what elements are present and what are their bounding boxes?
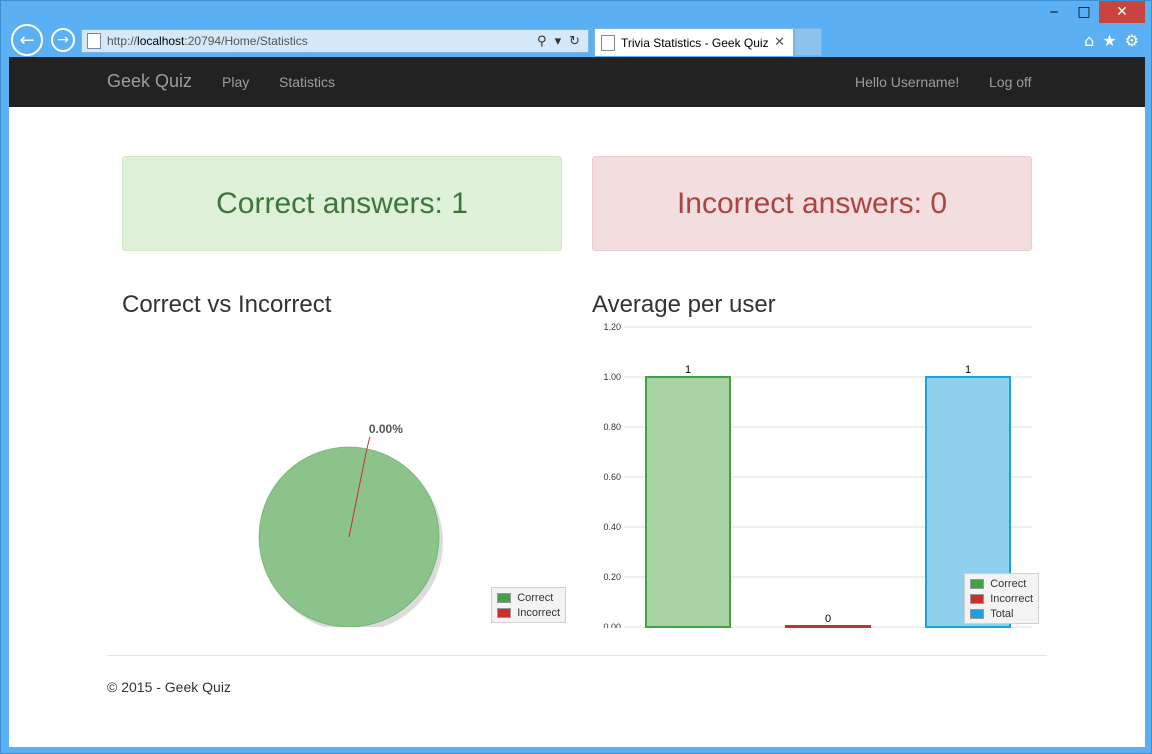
pie-chart-title: Correct vs Incorrect: [122, 291, 332, 318]
pie-label-incorrect: 0.00%: [369, 422, 403, 436]
bar-ytick-label: 0.00: [603, 622, 621, 628]
legend-swatch: [497, 592, 512, 603]
brand-link[interactable]: Geek Quiz: [107, 71, 192, 92]
page-viewport: Geek Quiz Play Statistics Hello Username…: [9, 57, 1145, 747]
pie-leader-line: [366, 436, 371, 449]
legend-label: Incorrect: [517, 606, 560, 619]
pie-chart-svg: 0.00%100.00%: [258, 422, 443, 644]
close-window-button[interactable]: ✕: [1099, 1, 1145, 23]
minimize-button[interactable]: ‒: [1039, 1, 1069, 23]
bar-ytick-label: 1.20: [603, 323, 621, 332]
url-host: localhost: [137, 34, 185, 48]
footer-divider: [107, 655, 1047, 656]
url-path: :20794/Home/Statistics: [184, 34, 308, 48]
nav-link-play[interactable]: Play: [222, 74, 249, 90]
bar-incorrect: [785, 625, 871, 628]
arrow-right-icon: →: [57, 32, 69, 48]
page-icon: [87, 33, 101, 49]
logoff-link[interactable]: Log off: [989, 74, 1032, 90]
browser-tools: ⌂ ★ ⚙: [1084, 31, 1139, 50]
url-text[interactable]: http://localhost:20794/Home/Statistics: [107, 34, 537, 48]
legend-swatch: [497, 607, 512, 618]
gear-icon[interactable]: ⚙: [1125, 31, 1139, 50]
pie-chart: 0.00%100.00% Correct Incorrect: [122, 327, 566, 644]
bar-chart-title: Average per user: [592, 291, 776, 318]
favorites-star-icon[interactable]: ★: [1102, 31, 1116, 50]
url-prefix: http://: [107, 34, 138, 48]
bar-legend-item: Total: [970, 606, 1033, 621]
site-navbar: Geek Quiz Play Statistics Hello Username…: [9, 57, 1145, 107]
bar-ytick-label: 1.00: [603, 372, 621, 382]
bar-legend-item: Correct: [970, 576, 1033, 591]
legend-label: Incorrect: [990, 592, 1033, 605]
bar-legend-item: Incorrect: [970, 591, 1033, 606]
bar-data-label: 1: [965, 364, 971, 376]
tab-page-icon: [601, 34, 615, 51]
tab-title: Trivia Statistics - Geek Quiz: [621, 35, 769, 50]
bar-correct: [645, 376, 731, 628]
pie-legend-item: Incorrect: [497, 605, 560, 620]
close-tab-icon[interactable]: ✕: [774, 35, 785, 50]
bar-ytick-label: 0.60: [603, 472, 621, 482]
arrow-left-icon: ←: [19, 29, 35, 51]
bar-ytick-label: 0.80: [603, 422, 621, 432]
bar-ytick-label: 0.20: [603, 572, 621, 582]
pie-legend-item: Correct: [497, 590, 560, 605]
address-bar[interactable]: http://localhost:20794/Home/Statistics ⚲…: [81, 29, 589, 53]
new-tab-button[interactable]: [794, 28, 822, 56]
refresh-icon[interactable]: ↻: [569, 34, 580, 49]
back-button[interactable]: ←: [11, 24, 43, 56]
browser-window: ‒ □ ✕ ← → http://localhost:20794/Home/St…: [0, 0, 1152, 754]
incorrect-answers-text: Incorrect answers: 0: [676, 186, 948, 220]
correct-answers-panel: Correct answers: 1: [122, 156, 562, 251]
legend-swatch: [970, 608, 985, 619]
search-icon[interactable]: ⚲: [537, 34, 547, 49]
dropdown-icon[interactable]: ▾: [555, 34, 562, 49]
legend-label: Total: [990, 607, 1014, 620]
correct-answers-text: Correct answers: 1: [216, 186, 468, 220]
bar-legend: Correct Incorrect Total: [964, 573, 1039, 624]
forward-button[interactable]: →: [51, 28, 75, 52]
home-icon[interactable]: ⌂: [1084, 31, 1094, 50]
greeting-link[interactable]: Hello Username!: [855, 74, 959, 90]
pie-legend: Correct Incorrect: [491, 587, 566, 623]
legend-swatch: [970, 593, 985, 604]
bar-data-label: 0: [825, 613, 831, 625]
bar-chart: 0.00 0.20 0.40 0.60 0.80 1.00 1.20 1 0 1 Correct I…: [579, 322, 1039, 632]
maximize-button[interactable]: □: [1069, 1, 1099, 23]
legend-label: Correct: [990, 577, 1027, 590]
legend-swatch: [970, 578, 985, 589]
browser-tab[interactable]: Trivia Statistics - Geek Quiz ✕: [594, 28, 794, 56]
window-controls: ‒ □ ✕: [1039, 1, 1145, 23]
bar-data-label: 1: [685, 364, 691, 376]
incorrect-answers-panel: Incorrect answers: 0: [592, 156, 1032, 251]
legend-label: Correct: [517, 591, 554, 604]
bar-ytick-label: 0.40: [603, 522, 621, 532]
nav-link-statistics[interactable]: Statistics: [279, 74, 335, 90]
footer-copyright: © 2015 - Geek Quiz: [107, 679, 231, 695]
